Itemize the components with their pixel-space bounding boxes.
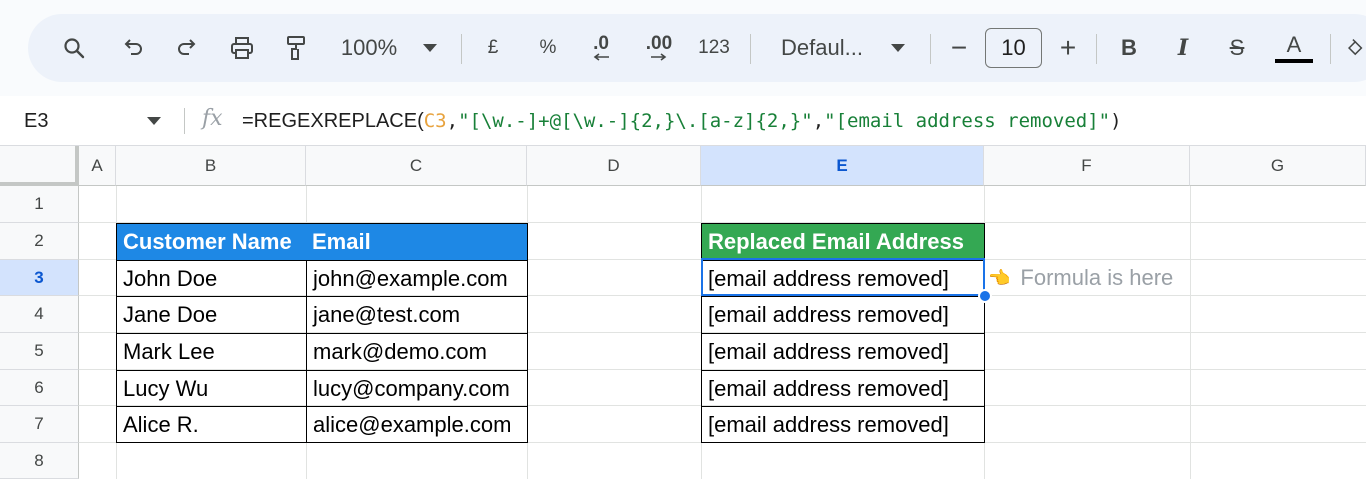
arrow-left-icon (593, 53, 609, 61)
cell-replaced-email[interactable]: [email address removed] (701, 370, 985, 407)
formula-cell-ref: C3 (423, 110, 447, 132)
cell-email[interactable]: lucy@company.com (306, 370, 528, 407)
text-color-swatch (1275, 59, 1313, 63)
row-header-5[interactable]: 5 (0, 333, 79, 370)
row-header-1[interactable]: 1 (0, 186, 79, 223)
text-color-label: A (1286, 32, 1302, 57)
increase-decimal-label: .00 (645, 33, 673, 54)
row-header-3[interactable]: 3 (0, 260, 79, 296)
row-header-2[interactable]: 2 (0, 223, 79, 260)
row-header-7[interactable]: 7 (0, 406, 79, 443)
row-header-4[interactable]: 4 (0, 296, 79, 333)
strikethrough-button[interactable]: S (1224, 14, 1250, 82)
formula-replacement: "[email address removed]" (824, 110, 1111, 132)
formula-separator: , (812, 110, 825, 132)
column-header-a[interactable]: A (79, 146, 116, 186)
zoom-select[interactable]: 100% (336, 14, 402, 82)
cell-email[interactable]: mark@demo.com (306, 333, 528, 371)
increase-decimal-button[interactable]: .00 (640, 14, 678, 82)
decrease-decimal-label: .0 (593, 33, 609, 54)
cell-name[interactable]: Jane Doe (116, 296, 307, 334)
name-box[interactable]: E3 (24, 96, 48, 146)
cell-name[interactable]: John Doe (116, 260, 307, 297)
cell-email[interactable]: jane@test.com (306, 296, 528, 334)
increase-font-size-button[interactable]: + (1054, 14, 1082, 82)
select-all-corner[interactable] (0, 146, 79, 186)
row-header-6[interactable]: 6 (0, 370, 79, 406)
formula-note[interactable]: 👈 Formula is here (988, 260, 1173, 296)
formula-prefix: =REGEXREPLACE( (242, 110, 424, 132)
column-header-d[interactable]: D (527, 146, 701, 186)
row-header-8[interactable]: 8 (0, 443, 79, 479)
toolbar-separator (1330, 34, 1331, 64)
spreadsheet-grid[interactable]: A B C D E F G 1 2 3 4 5 6 7 8 Customer N… (0, 146, 1366, 479)
cell-name[interactable]: Lucy Wu (116, 370, 307, 407)
formula-bar: E3 fx =REGEXREPLACE(C3,"[\w.-]+@[\w.-]{2… (0, 96, 1366, 146)
arrow-right-icon (651, 53, 667, 61)
bold-button[interactable]: B (1116, 14, 1142, 82)
toolbar-separator (930, 34, 931, 64)
text-color-button[interactable]: A (1274, 14, 1314, 82)
header-email[interactable]: Email (306, 223, 528, 261)
redo-icon[interactable] (168, 14, 204, 82)
formula-note-text: Formula is here (1020, 265, 1174, 290)
decrease-font-size-button[interactable]: − (946, 14, 972, 82)
percent-format-button[interactable]: % (534, 14, 562, 82)
formula-input[interactable]: =REGEXREPLACE(C3,"[\w.-]+@[\w.-]{2,}\.[a… (242, 96, 1122, 146)
currency-format-button[interactable]: £ (480, 14, 506, 82)
column-header-b[interactable]: B (116, 146, 306, 186)
zoom-dropdown-icon[interactable] (420, 14, 440, 82)
cell-email[interactable]: john@example.com (306, 260, 528, 297)
paint-format-icon[interactable] (278, 14, 314, 82)
cell-name[interactable]: Mark Lee (116, 333, 307, 371)
column-header-e[interactable]: E (701, 146, 984, 186)
formula-pattern: "[\w.-]+@[\w.-]{2,}\.[a-z]{2,}" (458, 110, 813, 132)
header-customer-name[interactable]: Customer Name (116, 223, 307, 261)
cell-replaced-email[interactable]: [email address removed] (701, 406, 985, 443)
undo-icon[interactable] (116, 14, 152, 82)
column-header-f[interactable]: F (984, 146, 1190, 186)
print-icon[interactable] (224, 14, 260, 82)
italic-button[interactable]: I (1170, 14, 1196, 82)
cell-email[interactable]: alice@example.com (306, 406, 528, 443)
column-header-c[interactable]: C (306, 146, 527, 186)
font-dropdown-icon[interactable] (888, 14, 908, 82)
header-replaced-email[interactable]: Replaced Email Address (701, 223, 985, 261)
toolbar-separator (461, 34, 462, 64)
search-menus-icon[interactable] (56, 14, 92, 82)
cell-name[interactable]: Alice R. (116, 406, 307, 443)
more-formats-button[interactable]: 123 (696, 14, 732, 82)
cell-replaced-email[interactable]: [email address removed] (701, 333, 985, 371)
fill-color-icon[interactable] (1346, 14, 1366, 82)
name-box-dropdown-icon[interactable] (147, 117, 161, 125)
font-select[interactable]: Defaul... (772, 14, 872, 82)
font-size-input[interactable]: 10 (985, 28, 1042, 68)
pointing-hand-icon: 👈 (988, 267, 1011, 288)
fx-icon: fx (202, 106, 223, 131)
formula-bar-separator (184, 108, 185, 134)
decrease-decimal-button[interactable]: .0 (584, 14, 618, 82)
cell-replaced-email[interactable]: [email address removed] (701, 260, 985, 297)
column-header-g[interactable]: G (1190, 146, 1366, 186)
formula-suffix: ) (1110, 110, 1122, 132)
toolbar: 100% £ % .0 .00 123 Defaul... − + B I S … (28, 14, 1366, 82)
cell-replaced-email[interactable]: [email address removed] (701, 296, 985, 334)
toolbar-separator (750, 34, 751, 64)
toolbar-separator (1096, 34, 1097, 64)
toolbar-area: 100% £ % .0 .00 123 Defaul... − + B I S … (0, 0, 1366, 96)
formula-separator: , (446, 110, 459, 132)
